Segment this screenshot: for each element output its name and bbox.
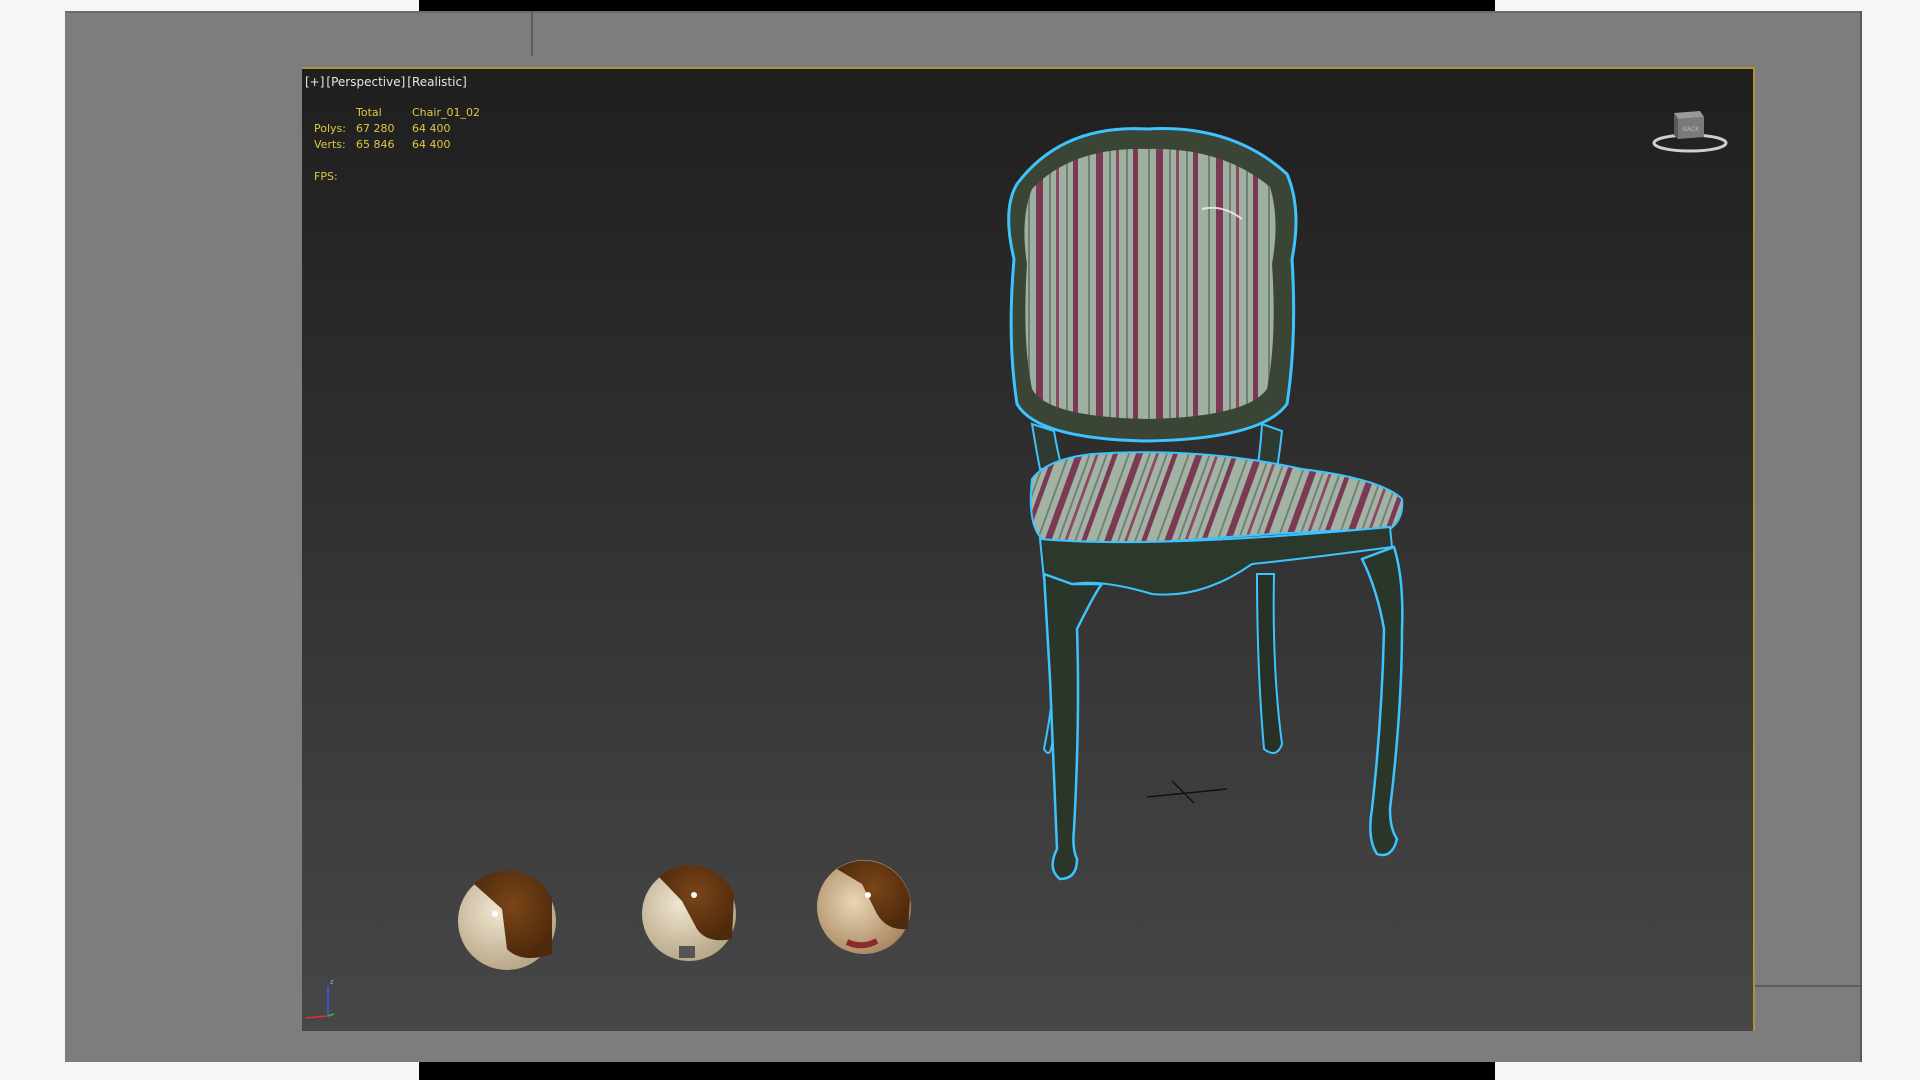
panel-splitter-vertical[interactable] — [531, 11, 533, 56]
world-axis-tripod-icon: z — [305, 978, 335, 1019]
pivot-gizmo — [1146, 780, 1228, 804]
stats-fps-row: FPS: — [314, 169, 480, 185]
stats-verts-label: Verts: — [314, 138, 346, 151]
stats-fps-label: FPS: — [314, 170, 338, 183]
viewport-menu-plus[interactable]: [+] — [305, 75, 324, 89]
stats-polys-total: 67 280 — [356, 122, 395, 135]
stats-polys-label: Polys: — [314, 122, 346, 135]
stats-polys-object: 64 400 — [412, 122, 451, 135]
letterbox-top — [419, 0, 1495, 11]
frame-top-edge — [65, 11, 1862, 13]
viewcube-icon[interactable]: BACK — [1652, 107, 1732, 157]
perspective-viewport[interactable]: [+] [Perspective] [Realistic] Total Chai… — [302, 67, 1755, 1031]
viewport-label: [+] [Perspective] [Realistic] — [305, 75, 467, 89]
statistics-overlay: Total Chair_01_02 Polys: 67 280 64 400 V… — [314, 105, 480, 185]
stats-polys-row: Polys: 67 280 64 400 — [314, 121, 480, 137]
material-sphere-2 — [642, 864, 736, 961]
chair-model — [1007, 127, 1404, 881]
stats-header-row: Total Chair_01_02 — [314, 105, 480, 121]
scene-render[interactable] — [302, 69, 1755, 1031]
stats-verts-object: 64 400 — [412, 138, 451, 151]
frame-right-edge — [1860, 11, 1862, 1062]
stats-verts-total: 65 846 — [356, 138, 395, 151]
material-sphere-1 — [458, 870, 556, 970]
stats-header-object: Chair_01_02 — [412, 106, 480, 119]
app-frame: [+] [Perspective] [Realistic] Total Chai… — [65, 11, 1862, 1062]
viewport-shading-mode[interactable]: [Realistic] — [407, 75, 466, 89]
viewport-point-of-view[interactable]: [Perspective] — [326, 75, 405, 89]
stats-header-total: Total — [356, 106, 382, 119]
viewcube-face-label: BACK — [1683, 126, 1700, 133]
axis-z-label: z — [330, 978, 334, 986]
material-sphere-3 — [817, 860, 911, 954]
stats-verts-row: Verts: 65 846 64 400 — [314, 137, 480, 153]
letterbox-bottom — [419, 1062, 1495, 1080]
